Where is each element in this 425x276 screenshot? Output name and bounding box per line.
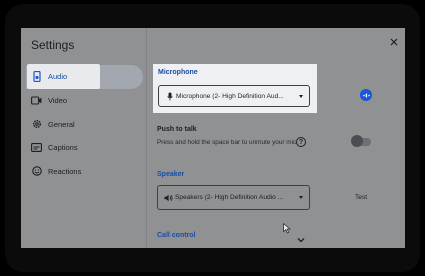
speaker-label: Speaker [157, 171, 185, 178]
push-to-talk-label: Push to talk [157, 126, 197, 133]
sidebar-item-reactions[interactable]: Reactions [21, 160, 141, 182]
close-button[interactable] [388, 36, 400, 48]
help-button[interactable]: ? [296, 137, 306, 147]
test-speaker-button[interactable]: Test [355, 194, 367, 201]
settings-sidebar: Settings Audio Video General Captions Re… [21, 28, 146, 248]
microphone-select-value: Microphone (2- High Definition Aud... [176, 92, 284, 100]
sidebar-item-audio[interactable]: Audio [21, 65, 141, 87]
close-icon [390, 38, 398, 46]
sidebar-item-general[interactable]: General [21, 113, 141, 135]
microphone-icon [165, 92, 174, 101]
toggle-thumb [351, 135, 363, 147]
push-to-talk-description: Press and hold the space bar to unmute y… [157, 139, 297, 146]
audio-level-icon [362, 93, 370, 97]
smiley-icon [31, 166, 42, 177]
sidebar-item-label: General [48, 119, 75, 129]
sidebar-item-captions[interactable]: Captions [21, 136, 141, 158]
mic-level-indicator [360, 89, 372, 101]
microphone-label: Microphone [158, 69, 198, 76]
speaker-device-icon [31, 70, 42, 82]
sidebar-item-label: Audio [48, 71, 68, 81]
expand-call-control-button[interactable] [297, 231, 305, 243]
speaker-icon [164, 193, 173, 202]
mouse-cursor-icon [283, 221, 293, 234]
sidebar-item-label: Reactions [48, 166, 82, 176]
question-mark-icon: ? [298, 138, 304, 146]
sidebar-item-label: Captions [48, 142, 78, 152]
dialog-title: Settings [31, 38, 75, 52]
chevron-down-icon [299, 94, 303, 98]
chevron-down-icon [297, 238, 305, 243]
speaker-select-value: Speakers (2- High Definition Audio ... [175, 194, 284, 201]
settings-dialog: Settings Audio Video General Captions Re… [21, 28, 405, 248]
call-control-label: Call control [157, 232, 196, 239]
gear-icon [31, 119, 42, 130]
chevron-down-icon [299, 196, 303, 199]
video-camera-icon [31, 95, 42, 106]
sidebar-item-video[interactable]: Video [21, 89, 141, 111]
speaker-select[interactable]: Speakers (2- High Definition Audio ... [157, 185, 310, 210]
sidebar-item-label: Video [48, 95, 68, 105]
captions-icon [31, 142, 42, 153]
sidebar-divider [146, 28, 147, 248]
microphone-select[interactable]: Microphone (2- High Definition Aud... [158, 85, 310, 107]
